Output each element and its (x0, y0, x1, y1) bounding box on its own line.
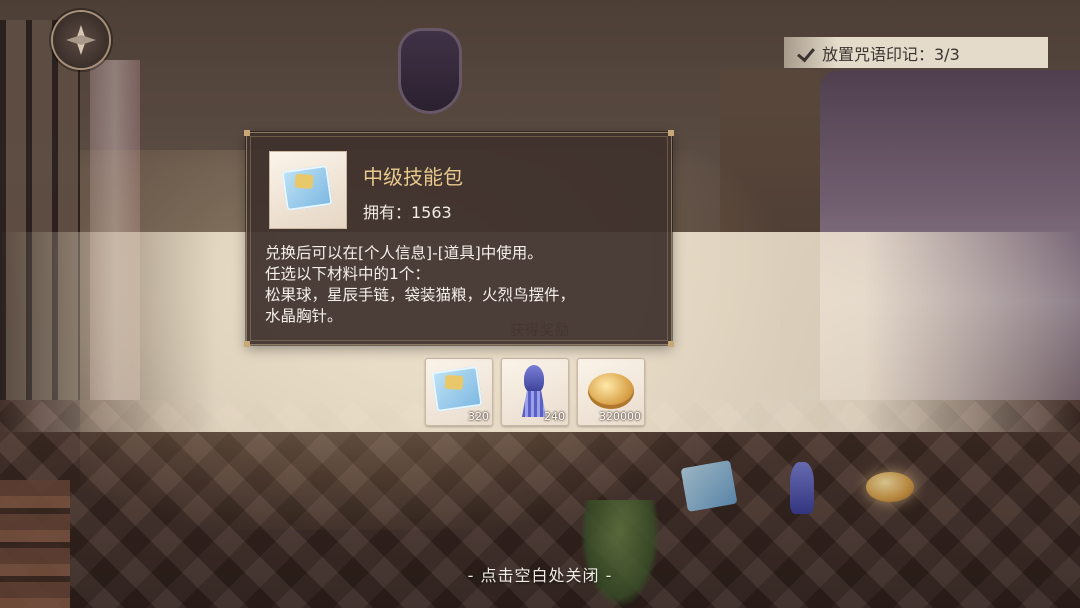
tassel-icon (522, 391, 546, 417)
reward-items: 320 240 320000 (425, 358, 645, 426)
marker-text: 放置咒语印记：3/3 (822, 44, 960, 64)
item-description: 兑换后可以在[个人信息]-[道具]中使用。 任选以下材料中的1个： 松果球，星辰… (265, 243, 657, 327)
reward-item-skill-pack[interactable]: 320 (425, 358, 493, 426)
corner-ornament (244, 341, 250, 347)
reward-item-charm[interactable]: 240 (501, 358, 569, 426)
tassel-charm-icon (524, 365, 544, 393)
corner-ornament (668, 130, 674, 136)
desc-line: 任选以下材料中的1个： (265, 265, 430, 283)
desc-line: 水晶胸针。 (265, 307, 343, 325)
reward-qty: 320 (468, 410, 489, 423)
spell-marker-status: 放置咒语印记：3/3 (784, 37, 1048, 68)
desc-line: 兑换后可以在[个人信息]-[道具]中使用。 (265, 244, 543, 262)
close-hint: - 点击空白处关闭 - (467, 566, 613, 585)
corner-ornament (668, 341, 674, 347)
menu-button[interactable] (53, 12, 109, 68)
skill-pack-icon (281, 164, 333, 212)
reward-item-coin[interactable]: 320000 (577, 358, 645, 426)
item-name: 中级技能包 (363, 165, 463, 189)
reward-qty: 240 (544, 410, 565, 423)
reward-qty: 320000 (599, 410, 641, 423)
item-info-popup: 中级技能包 拥有：1563 兑换后可以在[个人信息]-[道具]中使用。 任选以下… (244, 130, 674, 347)
gold-coin-icon (588, 373, 634, 409)
compass-icon (66, 25, 96, 55)
desc-line: 松果球，星辰手链，袋装猫粮，火烈鸟摆件， (265, 286, 576, 304)
item-icon (269, 151, 347, 229)
item-owned-count: 拥有：1563 (363, 203, 452, 222)
skill-pack-icon (431, 365, 483, 413)
corner-ornament (244, 130, 250, 136)
check-icon (796, 43, 816, 63)
